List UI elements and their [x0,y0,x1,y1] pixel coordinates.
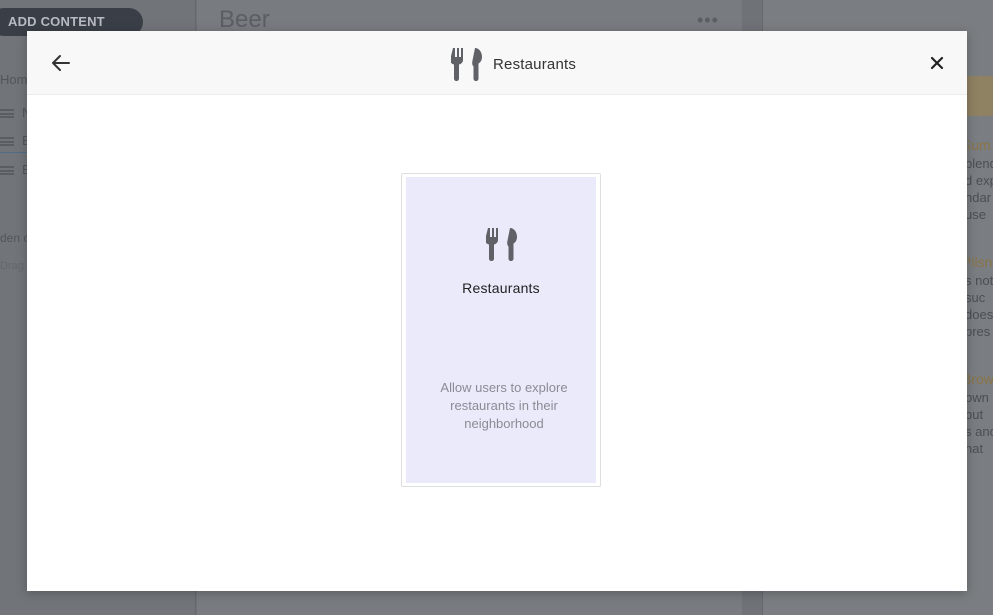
back-button[interactable] [49,51,73,75]
fork-knife-icon [486,228,517,261]
bg-right-text: does [965,307,993,322]
bg-right-text: own [965,390,989,405]
bg-right-text: d exp [965,173,993,188]
arrow-left-icon [52,55,70,71]
modal-title-group: Restaurants [451,47,576,81]
card-title: Restaurants [462,280,540,296]
close-button[interactable] [925,51,949,75]
more-icon: ••• [697,10,719,30]
bg-page-title: Beer [219,6,270,33]
modal-title: Restaurants [493,55,577,73]
close-icon [930,56,944,70]
bg-right-text: use [965,207,986,222]
bg-right-text: s and [965,424,993,439]
drag-handle-icon [0,109,14,118]
bg-accent-block [966,76,993,116]
bg-sidebar-text: den c [0,231,30,245]
modal-header: Restaurants [27,31,967,95]
drag-handle-icon [0,166,14,175]
add-content-modal: Restaurants Restaurants Allow users to e… [27,31,967,591]
bg-sidebar-text: Hom [0,72,28,87]
card-description: Allow users to explore restaurants in th… [440,380,568,431]
drag-handle-icon [0,137,14,146]
card-body: Restaurants Allow users to explore resta… [406,177,596,483]
bg-right-text: blend [965,156,993,171]
restaurants-card[interactable]: Restaurants Allow users to explore resta… [401,173,601,487]
fork-knife-icon [451,48,482,81]
bg-right-text: hat [965,441,984,456]
bg-right-text: pres [965,324,991,339]
bg-right-text: s not [965,273,993,288]
bg-right-text: but [965,407,984,422]
bg-right-text: suc [965,290,986,305]
bg-right-text: ndar [965,190,992,205]
bg-sidebar-text: Drag [0,260,24,272]
